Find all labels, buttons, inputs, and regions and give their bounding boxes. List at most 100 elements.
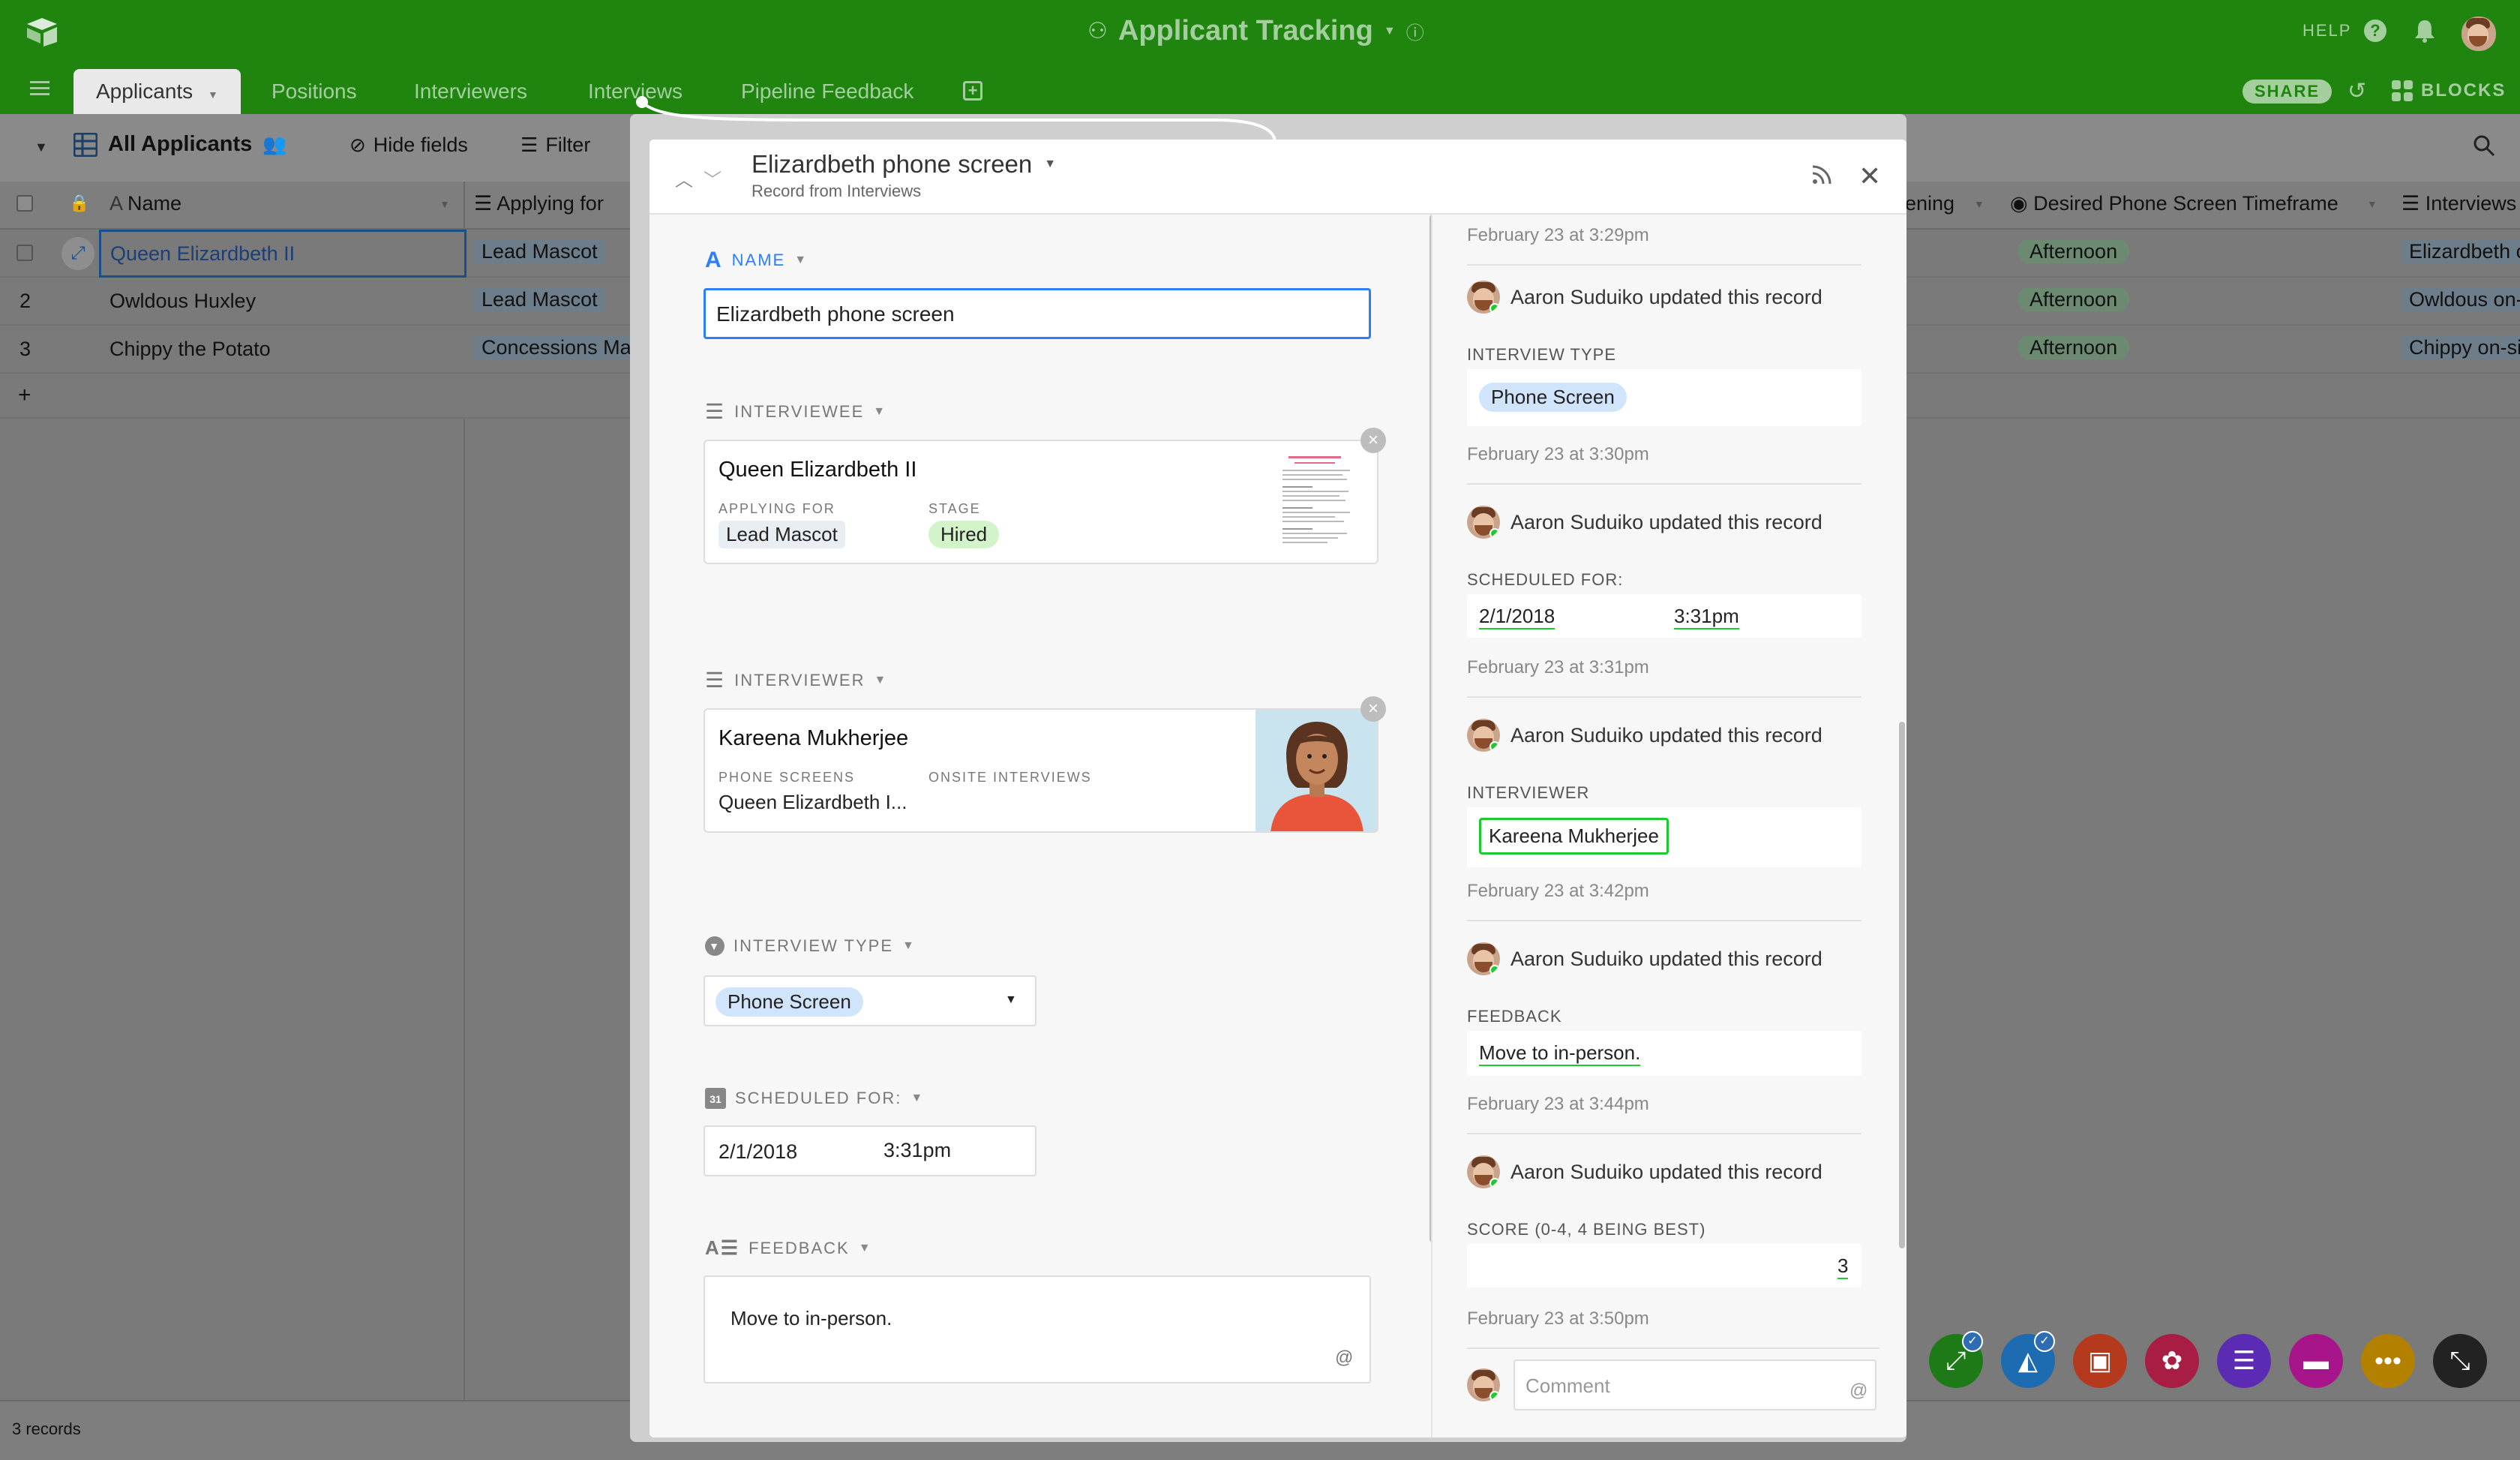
record-subtitle: Record from Interviews xyxy=(752,182,922,200)
interview-type-select[interactable]: Phone Screen ▼ xyxy=(704,975,1036,1026)
mention-icon[interactable]: @ xyxy=(1335,1347,1353,1368)
more-icon[interactable]: ••• xyxy=(2361,1334,2415,1388)
column-header-applying-for[interactable]: ☰ Applying for xyxy=(474,192,604,215)
resume-thumbnail[interactable] xyxy=(1275,450,1358,552)
tab-positions[interactable]: Positions xyxy=(272,69,357,114)
linked-record-chip: Owldous on- xyxy=(2402,288,2520,311)
row-checkbox[interactable] xyxy=(16,245,33,261)
field-label-interviewer[interactable]: ☰ INTERVIEWER ▼ xyxy=(705,668,887,692)
linked-record-chip: Concessions Mas xyxy=(474,336,632,359)
activity-divider xyxy=(1467,1133,1862,1134)
activity-value: Move to in-person. xyxy=(1467,1031,1862,1076)
activity-field-label: FEEDBACK xyxy=(1467,1007,1562,1026)
field-label-name[interactable]: A NAME ▼ xyxy=(705,248,808,273)
activity-field-label: SCHEDULED FOR: xyxy=(1467,570,1624,589)
interviewer-card[interactable]: Kareena Mukherjee PHONE SCREENS Queen El… xyxy=(704,708,1378,833)
history-icon[interactable]: ↺ xyxy=(2348,78,2366,104)
apps-block-icon[interactable]: ✿ xyxy=(2145,1334,2199,1388)
scheduled-for-input[interactable]: 2/1/2018 3:31pm xyxy=(704,1125,1036,1176)
image-block-icon[interactable]: ▣ xyxy=(2073,1334,2127,1388)
help-icon[interactable]: ? xyxy=(2364,20,2386,42)
activity-field-label: INTERVIEWER xyxy=(1467,783,1590,802)
tab-applicants[interactable]: Applicants ▼ xyxy=(74,69,241,114)
expanded-record-dialog: ︿ ﹀ Elizardbeth phone screen ▼ Record fr… xyxy=(650,140,1906,1437)
linked-record-chip: Elizardbeth c xyxy=(2402,240,2520,263)
select-all-checkbox[interactable] xyxy=(16,195,33,212)
chevron-up-icon[interactable]: ︿ xyxy=(675,165,693,191)
cell-timeframe[interactable]: Afternoon xyxy=(2018,240,2130,263)
long-text-icon: A☰ xyxy=(705,1236,740,1259)
tab-interviewers[interactable]: Interviewers xyxy=(414,69,527,114)
base-title[interactable]: ⚇ Applicant Tracking ▼ ⓘ xyxy=(1088,15,1424,47)
column-header-label: Interviews xyxy=(2425,192,2517,215)
mention-icon[interactable]: @ xyxy=(1850,1380,1868,1401)
chevron-down-icon[interactable]: ▼ xyxy=(1974,198,1984,210)
cell-interviews[interactable]: Owldous on- xyxy=(2402,288,2520,311)
cell-interviews[interactable]: Chippy on-si xyxy=(2402,336,2520,359)
blocks-button[interactable]: BLOCKS xyxy=(2391,80,2506,102)
field-label-interviewee[interactable]: ☰ INTERVIEWEE ▼ xyxy=(705,399,886,424)
record-title[interactable]: Elizardbeth phone screen ▼ xyxy=(752,150,1056,179)
remove-link-icon[interactable]: × xyxy=(1360,696,1386,722)
column-header-interviews[interactable]: ☰ Interviews xyxy=(2402,192,2516,215)
linked-record-chip: Lead Mascot xyxy=(474,288,605,311)
airtable-logo-icon[interactable] xyxy=(26,17,58,47)
cell-timeframe[interactable]: Afternoon xyxy=(2018,336,2130,359)
feedback-text: Move to in-person. xyxy=(730,1307,892,1329)
bell-icon[interactable] xyxy=(2414,18,2436,44)
column-header-desired-timeframe[interactable]: ◉ Desired Phone Screen Timeframe xyxy=(2010,192,2338,215)
chevron-down-icon[interactable]: ▼ xyxy=(34,140,48,155)
chat-block-icon[interactable]: ▬ xyxy=(2289,1334,2343,1388)
hamburger-menu-icon[interactable] xyxy=(30,80,51,98)
column-header-screening[interactable]: ening xyxy=(1905,192,1954,215)
help-link[interactable]: HELP xyxy=(2302,21,2351,41)
blocks-icon xyxy=(2392,80,2413,101)
chevron-down-icon[interactable]: ▼ xyxy=(2367,198,2378,210)
cell-interviews[interactable]: Elizardbeth c xyxy=(2402,240,2520,263)
comment-input[interactable]: Comment @ xyxy=(1514,1359,1876,1410)
scheduled-time[interactable]: 3:31pm xyxy=(884,1139,951,1162)
cell-timeframe[interactable]: Afternoon xyxy=(2018,288,2130,311)
interviewee-card[interactable]: Queen Elizardbeth II APPLYING FOR Lead M… xyxy=(704,440,1378,564)
link-field-icon: ☰ xyxy=(2402,192,2420,215)
cell-name[interactable]: Chippy the Potato xyxy=(110,338,271,361)
list-block-icon[interactable]: ☰ xyxy=(2217,1334,2271,1388)
activity-scrollbar[interactable] xyxy=(1899,722,1905,1248)
record-count: 3 records xyxy=(12,1419,81,1438)
chevron-down-icon[interactable]: ﹀ xyxy=(704,165,722,191)
share-button[interactable]: SHARE xyxy=(2242,80,2332,104)
chevron-down-icon[interactable]: ▼ xyxy=(440,198,450,210)
info-icon[interactable]: ⓘ xyxy=(1406,18,1424,44)
chevron-down-icon: ▼ xyxy=(874,673,888,686)
remove-link-icon[interactable]: × xyxy=(1360,428,1386,453)
field-label-feedback[interactable]: A☰ FEEDBACK ▼ xyxy=(705,1236,872,1260)
cell-name[interactable]: Queen Elizardbeth II xyxy=(99,230,466,278)
filter-button[interactable]: ☰ Filter xyxy=(520,134,590,157)
cell-name[interactable]: Owldous Huxley xyxy=(110,290,256,313)
interviewer-photo[interactable] xyxy=(1256,710,1377,831)
single-select-icon: ▼ xyxy=(705,936,724,956)
column-header-name[interactable]: A Name xyxy=(110,192,182,215)
cell-applying-for[interactable]: Lead Mascot xyxy=(474,288,605,311)
grid-view-icon xyxy=(74,132,98,157)
record-title-text: Elizardbeth phone screen xyxy=(752,150,1033,178)
activity-timestamp: February 23 at 3:50pm xyxy=(1467,1308,1649,1329)
view-switcher[interactable]: All Applicants 👥 xyxy=(74,132,287,157)
rss-icon[interactable] xyxy=(1810,164,1833,186)
field-label-interview-type[interactable]: ▼ INTERVIEW TYPE ▼ xyxy=(705,936,916,956)
add-row-icon[interactable]: + xyxy=(18,383,32,408)
scheduled-date[interactable]: 2/1/2018 xyxy=(718,1140,797,1164)
field-label-scheduled-for[interactable]: 31 SCHEDULED FOR: ▼ xyxy=(705,1088,924,1109)
activity-divider xyxy=(1467,483,1862,485)
feedback-textarea[interactable]: Move to in-person. @ xyxy=(704,1275,1371,1383)
name-input[interactable]: Elizardbeth phone screen xyxy=(704,288,1371,339)
onsite-interviews-label: ONSITE INTERVIEWS xyxy=(928,770,1092,785)
cell-applying-for[interactable]: Lead Mascot xyxy=(474,240,605,263)
cell-applying-for[interactable]: Concessions Mas xyxy=(474,336,632,359)
search-icon[interactable] xyxy=(2472,134,2496,158)
close-icon[interactable]: ✕ xyxy=(1858,161,1881,192)
collapse-icon[interactable]: ⤡ xyxy=(2433,1334,2487,1388)
hide-fields-button[interactable]: ⊘ Hide fields xyxy=(350,134,468,157)
expand-record-icon[interactable]: ⤢ xyxy=(62,237,94,270)
user-avatar[interactable] xyxy=(2462,17,2496,51)
